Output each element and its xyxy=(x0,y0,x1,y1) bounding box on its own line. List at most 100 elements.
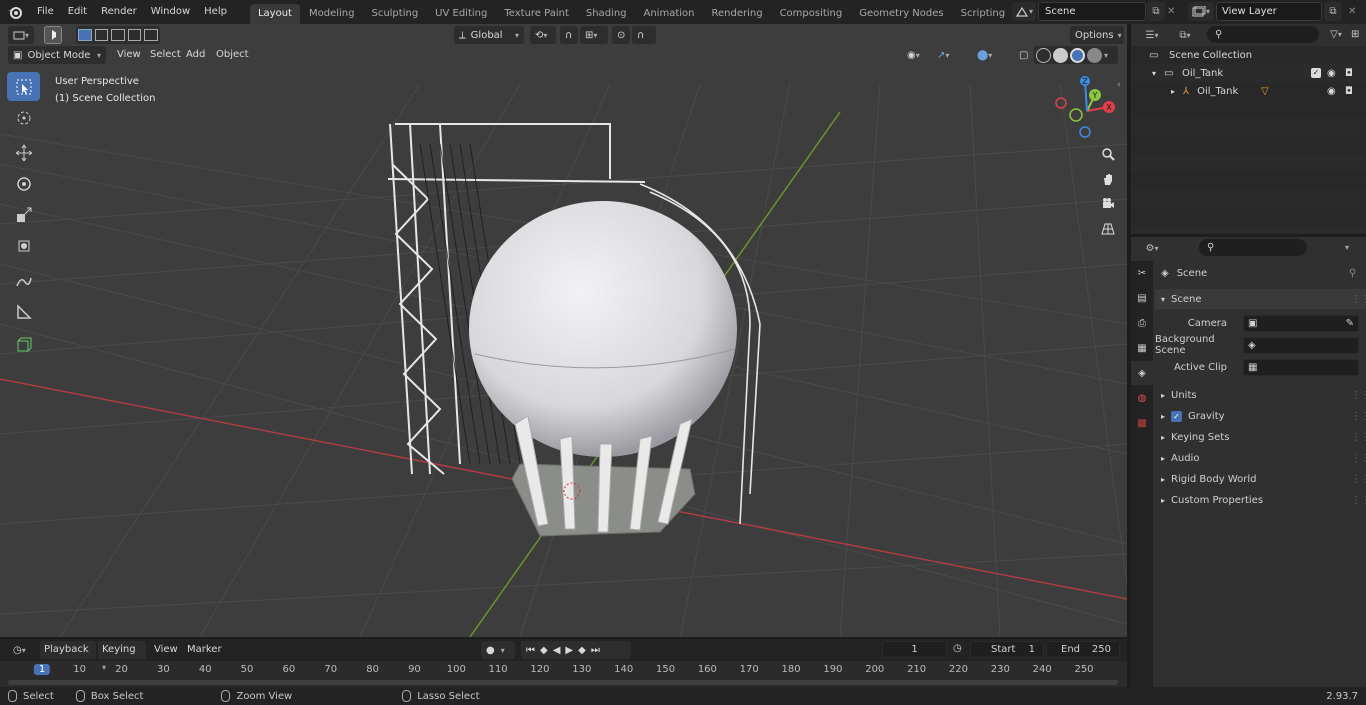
timeline-editor-type-button[interactable]: ◷ ▾ xyxy=(8,641,34,659)
annotate-tool-icon[interactable] xyxy=(7,266,40,295)
start-frame-field[interactable]: Start 1 xyxy=(970,641,1044,658)
blender-logo-icon[interactable] xyxy=(0,0,30,24)
snap-target-dropdown[interactable]: ⊞ ▾ xyxy=(580,26,608,44)
invert-selection-icon[interactable] xyxy=(127,29,142,41)
gizmo-toggle[interactable]: ↗ ▾ xyxy=(932,46,966,64)
tab-scripting[interactable]: Scripting xyxy=(953,4,1013,24)
preview-range-icon[interactable]: ◷ xyxy=(953,643,962,654)
remove-scene-icon[interactable]: ✕ xyxy=(1167,2,1181,21)
marker-menu[interactable]: Marker xyxy=(183,641,226,659)
view-layer-name-input[interactable]: View Layer xyxy=(1216,2,1322,21)
navigation-gizmo[interactable]: Y X Z xyxy=(1052,76,1122,146)
measure-tool-icon[interactable] xyxy=(7,297,40,326)
outliner-row-scene-collection[interactable]: ▭ Scene Collection xyxy=(1131,46,1366,64)
play-reverse-icon[interactable]: ◀ xyxy=(553,645,561,656)
scale-tool-icon[interactable] xyxy=(7,200,40,229)
drag-handle-icon[interactable]: ⋮⋮ xyxy=(1351,453,1366,464)
object-mode-dropdown[interactable]: ▣ Object Mode ▾ xyxy=(8,46,106,64)
play-icon[interactable]: ▶ xyxy=(565,645,573,656)
tab-animation[interactable]: Animation xyxy=(636,4,703,24)
snap-toggle[interactable]: ∩ xyxy=(560,26,578,44)
3d-viewport[interactable]: ▾ ⟂ Global ▾ ⟲ ▾ ∩ ⊞ ▾ ⊙ ∩ Options ▾ ▣ Object … xyxy=(0,24,1127,637)
select-box-tool-icon[interactable] xyxy=(7,72,40,101)
next-keyframe-icon[interactable]: ◆ xyxy=(578,645,586,656)
jump-start-icon[interactable]: ⏮ xyxy=(526,645,535,656)
active-clip-field[interactable]: ▦ xyxy=(1243,359,1359,376)
menu-help[interactable]: Help xyxy=(197,0,234,24)
tab-layout[interactable]: Layout xyxy=(249,4,300,24)
tab-sculpting[interactable]: Sculpting xyxy=(363,4,426,24)
expand-arrow-icon[interactable]: ▾ xyxy=(1152,69,1156,78)
collapsed-arrow-icon[interactable]: ▸ xyxy=(1171,87,1175,96)
transform-orientation-dropdown[interactable]: ⟂ Global ▾ xyxy=(454,26,524,44)
object-visibility-eye-icon[interactable]: ◉ xyxy=(1327,86,1336,97)
keying-menu[interactable]: Keying ▾ xyxy=(98,641,146,672)
rendered-shading-icon[interactable] xyxy=(1087,47,1102,63)
pivot-point-dropdown[interactable]: ⟲ ▾ xyxy=(530,26,556,44)
gravity-checkbox[interactable]: ✓ xyxy=(1171,410,1183,422)
remove-view-layer-icon[interactable]: ✕ xyxy=(1348,2,1362,21)
object-menu[interactable]: Object xyxy=(212,46,253,64)
scene-name-input[interactable]: Scene xyxy=(1038,2,1146,21)
properties-options-icon[interactable]: ▾ xyxy=(1345,239,1359,257)
subpanel-custom-properties[interactable]: ▸ Custom Properties ⋮⋮ xyxy=(1155,490,1366,510)
menu-file[interactable]: File xyxy=(30,0,61,24)
outliner-search-input[interactable]: ⚲ xyxy=(1207,26,1319,43)
visibility-dropdown[interactable]: ◉ ▾ xyxy=(902,46,930,64)
viewport-canvas[interactable] xyxy=(0,24,1127,637)
background-scene-field[interactable]: ◈ xyxy=(1243,337,1359,354)
properties-editor-type-button[interactable]: ⚙ ▾ xyxy=(1138,239,1166,258)
options-dropdown[interactable]: Options ▾ xyxy=(1070,26,1124,44)
pan-hand-icon[interactable] xyxy=(1096,167,1120,191)
world-tab-icon[interactable]: ◍ xyxy=(1131,386,1153,410)
view-layer-selector-button[interactable]: ▾ xyxy=(1188,2,1214,21)
subpanel-audio[interactable]: ▸ Audio ⋮⋮ xyxy=(1155,448,1366,468)
menu-render[interactable]: Render xyxy=(94,0,144,24)
proportional-edit-toggle[interactable]: ⊙ xyxy=(612,26,630,44)
drag-handle-icon[interactable]: ⋮⋮ xyxy=(1351,294,1366,305)
transform-tool-icon[interactable] xyxy=(7,231,40,260)
view-menu[interactable]: View xyxy=(113,46,145,64)
subpanel-rigid-body-world[interactable]: ▸ Rigid Body World ⋮⋮ xyxy=(1155,469,1366,489)
modifier-icon[interactable]: ▽ xyxy=(1261,86,1269,97)
new-view-layer-icon[interactable]: ⧉ xyxy=(1324,2,1342,21)
tab-modeling[interactable]: Modeling xyxy=(301,4,363,24)
view-layer-tab-icon[interactable]: ▦ xyxy=(1131,336,1153,360)
render-tab-icon[interactable]: ▤ xyxy=(1131,286,1153,310)
scene-tab-icon[interactable]: ◈ xyxy=(1131,361,1153,385)
timeline-scrollbar[interactable] xyxy=(8,680,1118,685)
tool-tab-icon[interactable]: ✂ xyxy=(1131,261,1153,285)
tab-uv-editing[interactable]: UV Editing xyxy=(427,4,495,24)
add-menu[interactable]: Add xyxy=(182,46,209,64)
jump-end-icon[interactable]: ⏭ xyxy=(591,645,600,656)
subpanel-gravity[interactable]: ▸ ✓ Gravity ⋮⋮ xyxy=(1155,406,1366,426)
visibility-eye-icon[interactable]: ◉ xyxy=(1327,68,1336,79)
properties-search-input[interactable]: ⚲ xyxy=(1199,239,1307,256)
new-selection-icon[interactable] xyxy=(78,29,92,41)
render-camera-icon[interactable]: ◘ xyxy=(1345,68,1353,79)
outliner-editor-type-button[interactable]: ☰ ▾ xyxy=(1138,26,1166,45)
subtract-selection-icon[interactable] xyxy=(111,29,125,41)
pin-icon[interactable]: ⚲ xyxy=(1349,268,1356,279)
end-frame-field[interactable]: End 250 xyxy=(1046,641,1120,658)
tab-compositing[interactable]: Compositing xyxy=(772,4,851,24)
outliner-filter-button[interactable]: ▽▾ xyxy=(1323,26,1349,44)
menu-window[interactable]: Window xyxy=(144,0,197,24)
tab-shading[interactable]: Shading xyxy=(578,4,635,24)
move-tool-icon[interactable] xyxy=(7,138,40,167)
prev-keyframe-icon[interactable]: ◆ xyxy=(540,645,548,656)
playback-menu[interactable]: Playback ▾ xyxy=(40,641,96,672)
drag-handle-icon[interactable]: ⋮⋮ xyxy=(1351,411,1366,422)
extend-selection-icon[interactable] xyxy=(94,29,109,41)
scene-panel-header[interactable]: ▾ Scene ⋮⋮ xyxy=(1155,289,1366,309)
tab-rendering[interactable]: Rendering xyxy=(703,4,770,24)
drag-handle-icon[interactable]: ⋮⋮ xyxy=(1351,432,1366,443)
editor-type-button[interactable]: ▾ xyxy=(8,26,34,44)
drag-handle-icon[interactable]: ⋮⋮ xyxy=(1351,474,1366,485)
frame-ruler[interactable]: 1 10 20 30 40 50 60 70 80 90 100 110 120 130 140 150 160… xyxy=(0,662,1127,678)
sidebar-toggle-icon[interactable]: ‹ xyxy=(1117,80,1121,90)
camera-field[interactable]: ▣ ✎ xyxy=(1243,315,1359,332)
select-menu[interactable]: Select xyxy=(146,46,185,64)
overlays-toggle[interactable]: ⬤ ▾ xyxy=(972,46,1006,64)
subpanel-keying-sets[interactable]: ▸ Keying Sets ⋮⋮ xyxy=(1155,427,1366,447)
